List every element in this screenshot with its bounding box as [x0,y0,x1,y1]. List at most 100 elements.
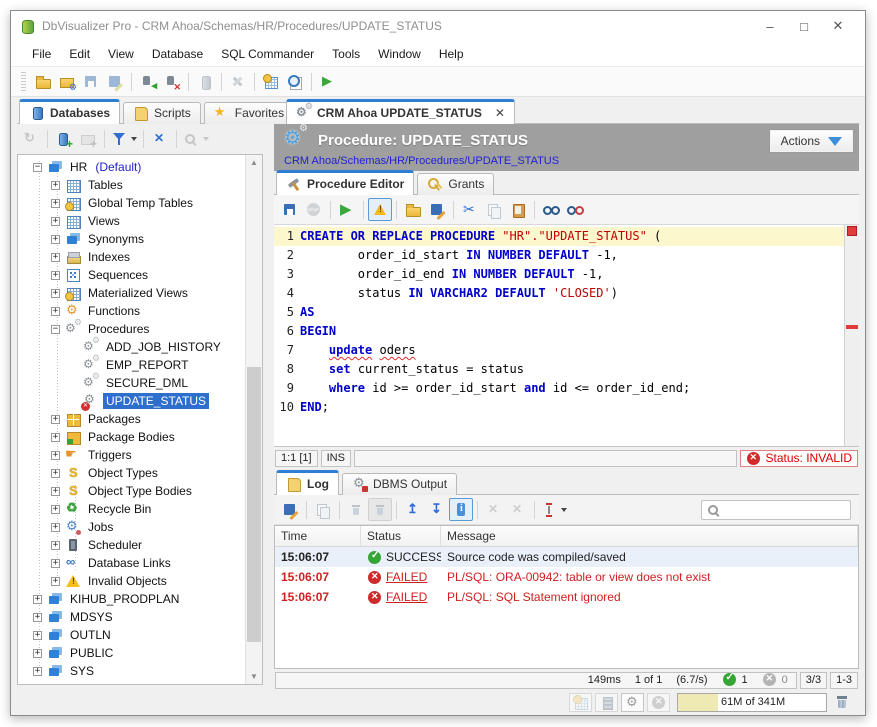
scroll-up-icon[interactable]: ▲ [246,155,262,170]
log-search-field[interactable] [701,500,851,520]
filter-button[interactable] [109,128,139,151]
tree-item-invalid-objects[interactable]: +Invalid Objects [51,572,245,590]
tree-item-kihub-prodplan[interactable]: +KIHUB_PRODPLAN [33,590,245,608]
column-header-message[interactable]: Message [441,526,858,546]
connect-button[interactable] [136,70,160,93]
collapse-all-button[interactable] [148,128,172,151]
expand-expander-icon[interactable]: + [33,595,42,604]
tab-procedure-editor[interactable]: Procedure Editor [276,170,414,195]
compile-save-button[interactable] [278,198,302,221]
collapse-expander-icon[interactable]: − [33,163,42,172]
tree-item-package-bodies[interactable]: +Package Bodies [51,428,245,446]
settings-status-button[interactable] [621,693,644,712]
code-line-9[interactable]: 9 where id >= order_id_start and id <= o… [274,379,844,398]
cut-button[interactable] [458,198,482,221]
grid-window-button[interactable] [259,70,283,93]
errors-status-button[interactable] [647,693,670,712]
tree-item-secure-dml[interactable]: SECURE_DML [69,374,245,392]
code-line-3[interactable]: 3 order_id_end IN NUMBER DEFAULT -1, [274,265,844,284]
warnings-button[interactable] [368,198,392,221]
expand-expander-icon[interactable]: + [51,505,60,514]
tab-close-icon[interactable]: ✕ [495,106,505,120]
log-row[interactable]: 15:06:07SUCCESSSource code was compiled/… [275,547,858,567]
code-line-4[interactable]: 4 status IN VARCHAR2 DEFAULT 'CLOSED') [274,284,844,303]
expand-expander-icon[interactable]: + [33,613,42,622]
code-editor[interactable]: 1CREATE OR REPLACE PROCEDURE "HR"."UPDAT… [274,225,859,447]
expand-expander-icon[interactable]: + [33,667,42,676]
maximize-button[interactable]: □ [787,14,821,38]
tree-item-jobs[interactable]: +Jobs [51,518,245,536]
tree-item-indexes[interactable]: +Indexes [51,248,245,266]
paste-button[interactable] [506,198,530,221]
column-header-status[interactable]: Status [361,526,441,546]
save-edit-button[interactable] [425,198,449,221]
expand-expander-icon[interactable]: + [33,631,42,640]
tree-item-sys[interactable]: +SYS [33,662,245,680]
code-line-8[interactable]: 8 set current_status = status [274,360,844,379]
tree-item-database-links[interactable]: +Database Links [51,554,245,572]
search-input[interactable] [726,503,846,517]
expand-expander-icon[interactable]: + [51,451,60,460]
tree-item-sequences[interactable]: +Sequences [51,266,245,284]
disconnect-button[interactable] [160,70,184,93]
tab-scripts[interactable]: Scripts [123,102,201,124]
tree-item-views[interactable]: +Views [51,212,245,230]
tree-item-packages[interactable]: +Packages [51,410,245,428]
scroll-top-button[interactable] [401,498,425,521]
tab-databases[interactable]: Databases [19,99,120,124]
tab-grants[interactable]: Grants [417,173,494,195]
tree-item-public[interactable]: +PUBLIC [33,644,245,662]
tree-item-synonyms[interactable]: +Synonyms [51,230,245,248]
save-edit-button[interactable] [278,498,302,521]
code-line-1[interactable]: 1CREATE OR REPLACE PROCEDURE "HR"."UPDAT… [274,227,844,246]
expand-expander-icon[interactable]: + [51,577,60,586]
expand-expander-icon[interactable]: + [51,433,60,442]
menu-edit[interactable]: Edit [60,43,99,65]
code-line-5[interactable]: 5AS [274,303,844,322]
tab-crm-ahoa-update-status[interactable]: CRM Ahoa UPDATE_STATUS ✕ [286,99,515,124]
gc-button[interactable] [830,693,853,712]
expand-expander-icon[interactable]: + [51,307,60,316]
minimize-button[interactable]: – [753,14,787,38]
expand-expander-icon[interactable]: + [51,469,60,478]
expand-expander-icon[interactable]: + [51,235,60,244]
add-connection-button[interactable] [52,128,76,151]
tree-item-scheduler[interactable]: +Scheduler [51,536,245,554]
tree-item-mdsys[interactable]: +MDSYS [33,608,245,626]
menu-window[interactable]: Window [369,43,430,65]
tab-log[interactable]: Log [276,470,339,495]
tree-item-procedures[interactable]: −Procedures [51,320,245,338]
expand-expander-icon[interactable]: + [51,271,60,280]
grid-status-button[interactable] [569,693,592,712]
column-header-time[interactable]: Time [275,526,361,546]
tab-dbms-output[interactable]: DBMS Output [342,473,457,495]
expand-expander-icon[interactable]: + [51,217,60,226]
error-stripe-line-marker[interactable] [846,325,858,329]
menu-file[interactable]: File [23,43,60,65]
tree-item-triggers[interactable]: +Triggers [51,446,245,464]
menu-help[interactable]: Help [430,43,473,65]
open-file-button[interactable] [31,70,55,93]
tree-item-global-temp-tables[interactable]: +Global Temp Tables [51,194,245,212]
toolbar-drag-handle[interactable] [21,72,26,92]
menu-view[interactable]: View [99,43,143,65]
code-line-2[interactable]: 2 order_id_start IN NUMBER DEFAULT -1, [274,246,844,265]
tree-item-outln[interactable]: +OUTLN [33,626,245,644]
error-stripe-top-marker[interactable] [847,226,857,236]
expand-expander-icon[interactable]: + [51,541,60,550]
close-button[interactable]: ✕ [821,14,855,38]
scroll-thumb[interactable] [247,367,261,642]
tree-item-object-type-bodies[interactable]: +Object Type Bodies [51,482,245,500]
tree-item-update-status[interactable]: UPDATE_STATUS [69,392,245,410]
expand-expander-icon[interactable]: + [51,181,60,190]
code-line-10[interactable]: 10END; [274,398,844,417]
open-button[interactable] [401,198,425,221]
expand-expander-icon[interactable]: + [51,523,60,532]
find-button[interactable] [539,198,563,221]
menu-database[interactable]: Database [143,43,212,65]
code-line-6[interactable]: 6BEGIN [274,322,844,341]
menu-sql-commander[interactable]: SQL Commander [212,43,323,65]
expand-expander-icon[interactable]: + [51,415,60,424]
expand-expander-icon[interactable]: + [51,559,60,568]
tree-item-hr[interactable]: −HR(Default) [33,158,245,176]
